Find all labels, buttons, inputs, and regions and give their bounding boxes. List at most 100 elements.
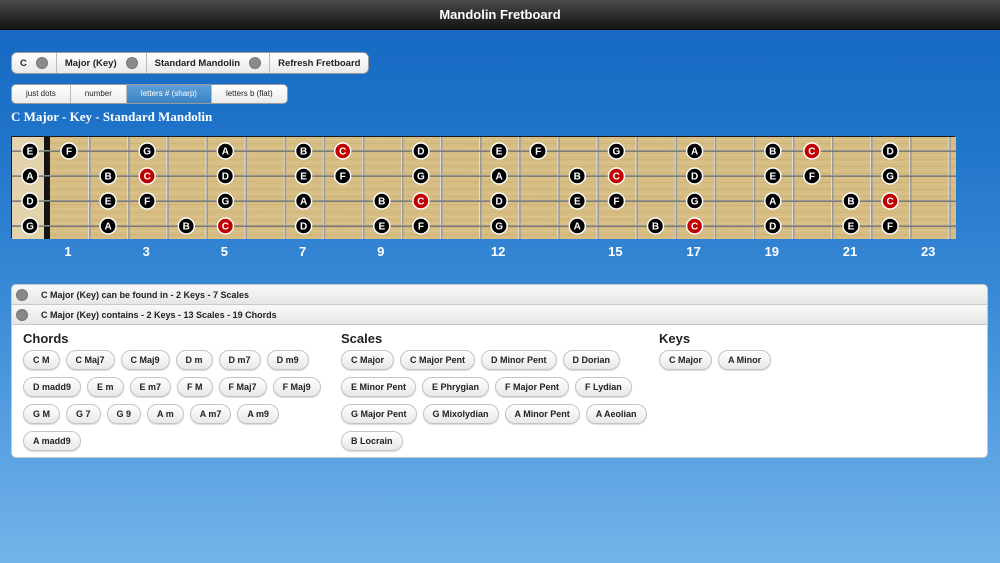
- scale-note[interactable]: E: [490, 142, 508, 160]
- contains-row[interactable]: C Major (Key) contains - 2 Keys - 13 Sca…: [12, 305, 987, 325]
- chord-chip[interactable]: G M: [23, 404, 60, 424]
- mode-letters-sharp[interactable]: letters # (sharp): [126, 85, 212, 103]
- root-note[interactable]: C: [138, 167, 156, 185]
- scale-note[interactable]: D: [294, 217, 313, 235]
- key-chip[interactable]: C Major: [659, 350, 713, 370]
- scale-note[interactable]: D: [685, 167, 704, 185]
- scale-note[interactable]: B: [646, 217, 665, 235]
- mode-letters-flat[interactable]: letters b (flat): [211, 85, 287, 103]
- scale-note[interactable]: G: [881, 167, 899, 185]
- scale-note[interactable]: E: [294, 167, 313, 185]
- chord-chip[interactable]: D madd9: [23, 377, 82, 397]
- open-string-note[interactable]: D: [21, 192, 39, 210]
- chord-chip[interactable]: F Maj9: [272, 377, 321, 397]
- scale-note[interactable]: A: [685, 142, 704, 160]
- scale-chip[interactable]: B Locrain: [341, 431, 403, 451]
- scale-chip[interactable]: D Minor Pent: [481, 350, 557, 370]
- key-chip[interactable]: A Minor: [718, 350, 772, 370]
- chord-chip[interactable]: C M: [23, 350, 60, 370]
- scale-note[interactable]: B: [373, 192, 391, 210]
- scale-note[interactable]: A: [490, 167, 508, 185]
- scale-note[interactable]: G: [607, 142, 626, 160]
- mode-number[interactable]: number: [70, 85, 127, 103]
- scale-note[interactable]: D: [216, 167, 235, 185]
- open-string-note[interactable]: G: [21, 217, 39, 235]
- root-note[interactable]: C: [685, 217, 704, 235]
- scale-note[interactable]: A: [294, 192, 313, 210]
- scale-note[interactable]: E: [99, 192, 117, 210]
- scale-chip[interactable]: C Major: [341, 350, 395, 370]
- scale-note[interactable]: E: [373, 217, 391, 235]
- scale-note[interactable]: B: [568, 167, 586, 185]
- chord-chip[interactable]: F Maj7: [218, 377, 267, 397]
- scale-note[interactable]: F: [138, 192, 156, 210]
- scale-note[interactable]: D: [490, 192, 508, 210]
- scale-note[interactable]: F: [334, 167, 352, 185]
- scale-note[interactable]: E: [568, 192, 586, 210]
- chord-chip[interactable]: G 9: [106, 404, 142, 424]
- root-note[interactable]: C: [412, 192, 430, 210]
- root-note[interactable]: C: [216, 217, 235, 235]
- scale-chip[interactable]: F Lydian: [575, 377, 632, 397]
- chord-chip[interactable]: A madd9: [23, 431, 81, 451]
- root-note[interactable]: C: [803, 142, 821, 160]
- scale-note[interactable]: G: [490, 217, 508, 235]
- scale-note[interactable]: F: [412, 217, 430, 235]
- scale-note[interactable]: G: [138, 142, 156, 160]
- scale-note[interactable]: D: [412, 142, 430, 160]
- chord-chip[interactable]: F M: [177, 377, 213, 397]
- scale-note[interactable]: F: [529, 142, 547, 160]
- open-string-note[interactable]: A: [21, 167, 39, 185]
- scale-note[interactable]: F: [803, 167, 821, 185]
- mode-just-dots[interactable]: just dots: [12, 85, 71, 103]
- root-note[interactable]: C: [334, 142, 352, 160]
- scale-chip[interactable]: E Minor Pent: [341, 377, 417, 397]
- scale-chip[interactable]: D Dorian: [562, 350, 621, 370]
- scale-note[interactable]: G: [685, 192, 704, 210]
- root-note[interactable]: C: [607, 167, 626, 185]
- refresh-fretboard-button[interactable]: Refresh Fretboard: [270, 53, 369, 73]
- found-in-row[interactable]: C Major (Key) can be found in - 2 Keys -…: [12, 285, 987, 305]
- root-note-selector[interactable]: C: [12, 53, 57, 73]
- scale-chip[interactable]: E Phrygian: [422, 377, 490, 397]
- scale-chip[interactable]: C Major Pent: [400, 350, 476, 370]
- root-note[interactable]: C: [881, 192, 899, 210]
- chord-chip[interactable]: D m7: [218, 350, 261, 370]
- scale-note[interactable]: D: [881, 142, 899, 160]
- chord-chip[interactable]: E m: [87, 377, 124, 397]
- scale-note[interactable]: A: [764, 192, 782, 210]
- scale-note[interactable]: A: [99, 217, 117, 235]
- scale-chip[interactable]: F Major Pent: [495, 377, 570, 397]
- scale-chip[interactable]: G Mixolydian: [422, 404, 499, 424]
- scale-chip[interactable]: A Minor Pent: [504, 404, 580, 424]
- chord-chip[interactable]: D m9: [266, 350, 309, 370]
- chord-chip[interactable]: C Maj7: [65, 350, 115, 370]
- chord-chip[interactable]: A m7: [189, 404, 232, 424]
- scale-chip[interactable]: A Aeolian: [585, 404, 647, 424]
- scale-note[interactable]: A: [568, 217, 586, 235]
- scale-note[interactable]: E: [842, 217, 860, 235]
- scale-note[interactable]: E: [764, 167, 782, 185]
- chord-chip[interactable]: C Maj9: [120, 350, 170, 370]
- scale-type-selector[interactable]: Major (Key): [56, 53, 147, 73]
- chord-chip[interactable]: A m: [147, 404, 184, 424]
- scale-note[interactable]: F: [60, 142, 78, 160]
- scale-note[interactable]: G: [412, 167, 430, 185]
- chord-chip[interactable]: D m: [175, 350, 213, 370]
- scale-note[interactable]: F: [881, 217, 899, 235]
- chord-chip[interactable]: G 7: [66, 404, 101, 424]
- scale-note[interactable]: B: [294, 142, 313, 160]
- scale-note[interactable]: B: [764, 142, 782, 160]
- tuning-selector[interactable]: Standard Mandolin: [146, 53, 271, 73]
- scale-note[interactable]: F: [607, 192, 626, 210]
- scale-note[interactable]: B: [842, 192, 860, 210]
- scale-note[interactable]: D: [764, 217, 782, 235]
- scale-chip[interactable]: G Major Pent: [341, 404, 417, 424]
- open-string-note[interactable]: E: [21, 142, 39, 160]
- scale-note[interactable]: G: [216, 192, 235, 210]
- scale-note[interactable]: B: [99, 167, 117, 185]
- scale-note[interactable]: A: [216, 142, 235, 160]
- chord-chip[interactable]: A m9: [237, 404, 280, 424]
- chord-chip[interactable]: E m7: [129, 377, 172, 397]
- scale-note[interactable]: B: [177, 217, 196, 235]
